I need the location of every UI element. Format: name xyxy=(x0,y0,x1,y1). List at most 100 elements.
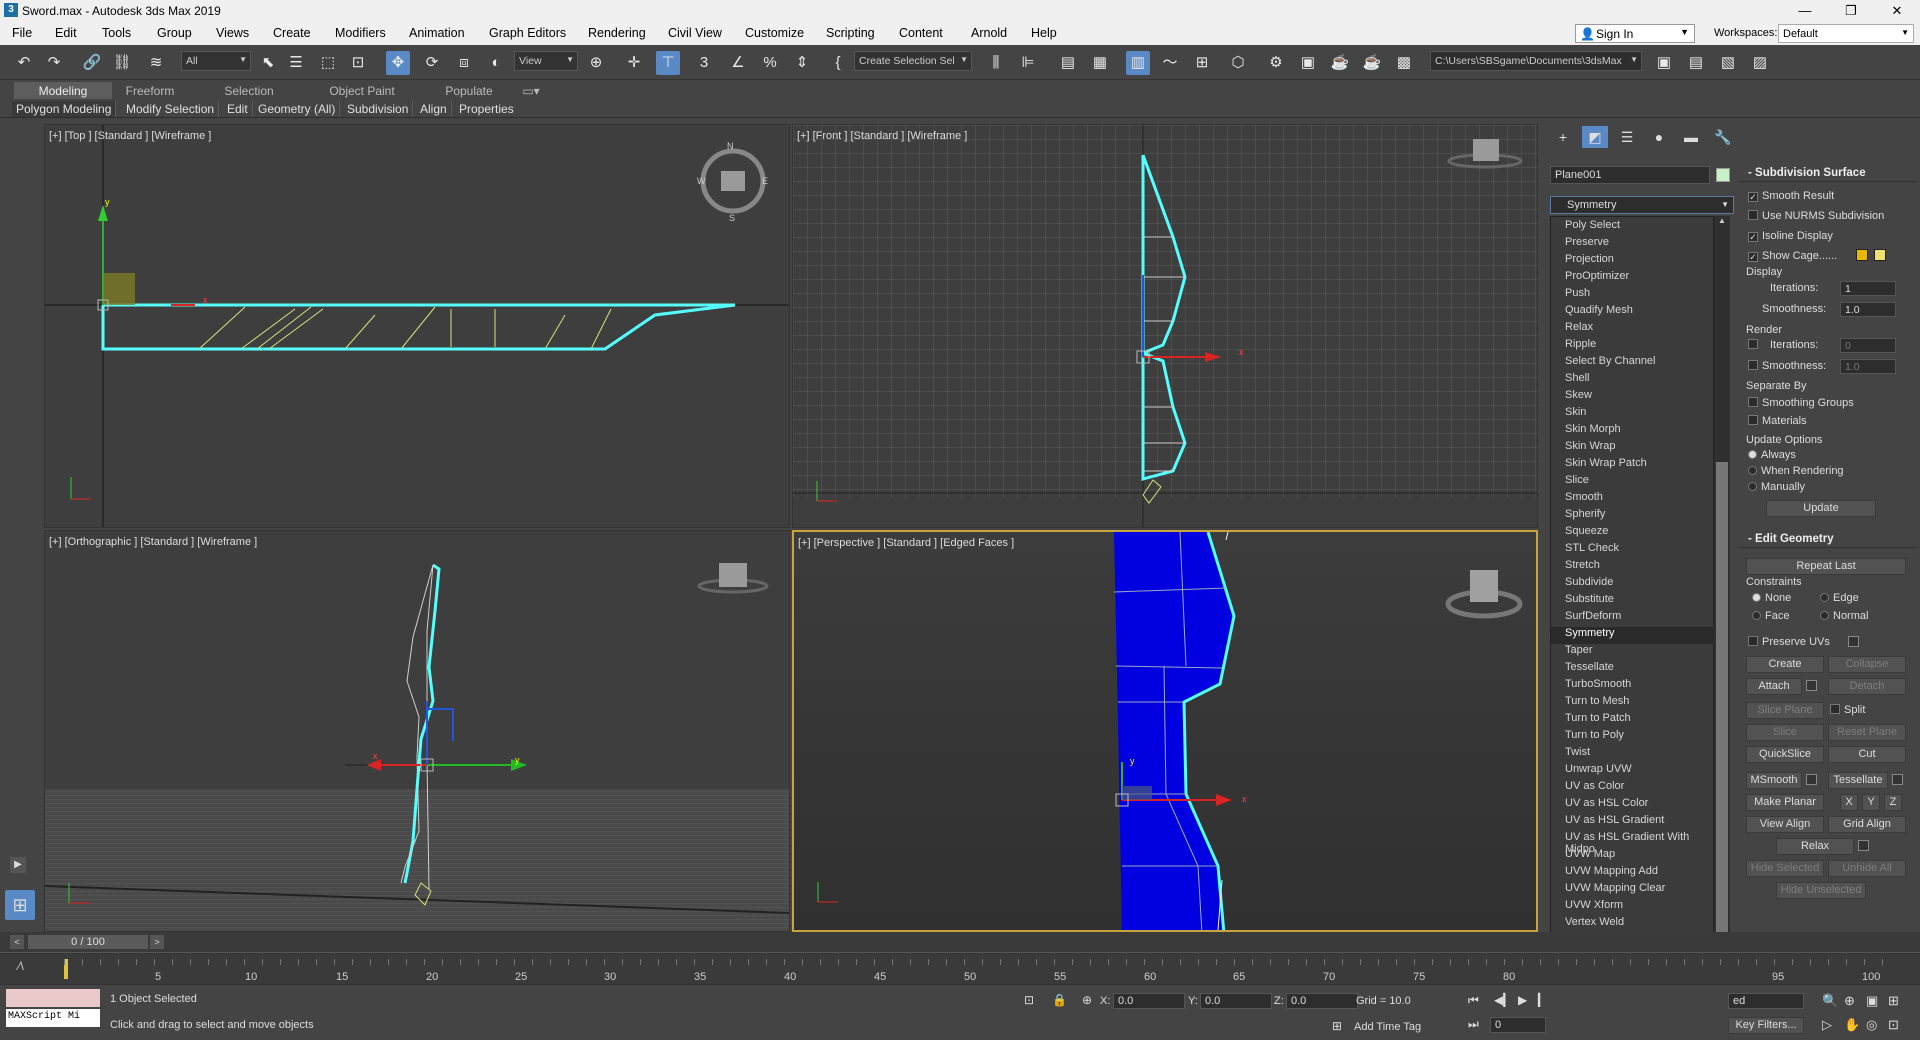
constraint-face-radio[interactable]: Face xyxy=(1752,610,1789,622)
view-align-button[interactable]: View Align xyxy=(1746,816,1824,833)
menu-tools[interactable]: Tools xyxy=(102,26,131,40)
collapse-button[interactable]: Collapse xyxy=(1828,656,1906,673)
viewport-front[interactable]: x [+] [Front ] [Standard ] [Wireframe ] xyxy=(792,124,1538,528)
pivot-center-icon[interactable]: ⊕ xyxy=(584,51,608,75)
zoom-icon[interactable]: 🔍 xyxy=(1822,993,1838,1009)
track-bar[interactable]: ⁄\ 5 10 15 20 25 30 35 40 45 50 55 60 65 70 75 80 95 100 xyxy=(0,952,1920,984)
render-iterative-icon[interactable]: ☕ xyxy=(1360,51,1384,75)
show-cage-checkbox[interactable]: ✓ Show Cage...... xyxy=(1748,250,1837,262)
snaps-toggle-icon[interactable]: 3 xyxy=(692,51,716,75)
constraint-edge-radio[interactable]: Edge xyxy=(1820,592,1859,604)
open-explorer-icon[interactable]: ▤ xyxy=(1684,51,1708,75)
cage-selection-color-swatch[interactable] xyxy=(1874,249,1886,261)
modifier-item[interactable]: Select By Channel xyxy=(1565,355,1656,372)
attach-button[interactable]: Attach xyxy=(1746,678,1802,695)
tab-object-paint[interactable]: Object Paint xyxy=(320,82,404,99)
msmooth-settings-icon[interactable] xyxy=(1806,774,1817,785)
menu-animation[interactable]: Animation xyxy=(409,26,465,40)
modifier-item[interactable]: Preserve xyxy=(1565,236,1609,253)
menu-group[interactable]: Group xyxy=(157,26,192,40)
menu-views[interactable]: Views xyxy=(216,26,249,40)
modifier-item[interactable]: Stretch xyxy=(1565,559,1600,576)
modifier-item[interactable]: Symmetry xyxy=(1551,627,1715,644)
always-radio[interactable]: Always xyxy=(1748,449,1796,461)
tab-selection[interactable]: Selection xyxy=(214,82,284,99)
modifier-item[interactable]: Turn to Mesh xyxy=(1565,695,1629,712)
scene-explorer-icon[interactable]: ▦ xyxy=(1088,51,1112,75)
smoothing-groups-checkbox[interactable]: Smoothing Groups xyxy=(1748,397,1854,409)
scroll-up-icon[interactable]: ▲ xyxy=(1714,216,1730,230)
project-folder-icon[interactable]: ▣ xyxy=(1652,51,1676,75)
modifier-list[interactable]: Poly Select Preserve Projection ProOptimize… xyxy=(1550,216,1715,1028)
schematic-view-icon[interactable]: ⊞ xyxy=(1190,51,1214,75)
workspace-select[interactable]: Default ▼ xyxy=(1778,24,1914,43)
planar-z-button[interactable]: Z xyxy=(1884,794,1902,811)
isoline-display-checkbox[interactable]: ✓ Isoline Display xyxy=(1748,230,1833,242)
constraint-normal-radio[interactable]: Normal xyxy=(1820,610,1868,622)
modifier-item[interactable]: UVW Xform xyxy=(1565,899,1623,916)
previous-frame-icon[interactable]: ◀▎ xyxy=(1494,993,1512,1007)
keyboard-shortcut-override-icon[interactable]: ⊤ xyxy=(656,51,680,75)
modifier-item[interactable]: Subdivide xyxy=(1565,576,1613,593)
modifier-item[interactable]: Smooth xyxy=(1565,491,1603,508)
window-crossing-icon[interactable]: ⊡ xyxy=(346,51,370,75)
modifier-list-scroll-thumb[interactable] xyxy=(1716,462,1728,932)
render-iterations-checkbox[interactable] xyxy=(1748,339,1762,351)
modifier-item[interactable]: Turn to Patch xyxy=(1565,712,1631,729)
undo-icon[interactable]: ↶ xyxy=(12,51,36,75)
subdivision-rollout-title[interactable]: - Subdivision Surface xyxy=(1738,164,1918,182)
iterations-spinner[interactable]: 1 xyxy=(1840,281,1896,296)
rotate-icon[interactable]: ⟳ xyxy=(420,51,444,75)
modifier-item[interactable]: Skin Wrap Patch xyxy=(1565,457,1647,474)
preserve-uvs-checkbox[interactable]: Preserve UVs xyxy=(1748,636,1830,648)
viewport-top-label[interactable]: [+] [Top ] [Standard ] [Wireframe ] xyxy=(49,130,211,142)
time-next-icon[interactable]: > xyxy=(150,935,164,949)
modifier-item[interactable]: ProOptimizer xyxy=(1565,270,1629,287)
msmooth-button[interactable]: MSmooth xyxy=(1746,772,1802,789)
named-selection-set-select[interactable]: Create Selection Sel ▼ xyxy=(854,51,972,71)
use-nurms-checkbox[interactable]: Use NURMS Subdivision xyxy=(1748,210,1884,222)
tab-freeform[interactable]: Freeform xyxy=(116,82,184,99)
slice-plane-button[interactable]: Slice Plane xyxy=(1746,702,1824,719)
modifier-item[interactable]: UV as HSL Gradient xyxy=(1565,814,1664,831)
viewport-layouts-icon[interactable]: ⊞ xyxy=(5,890,35,920)
menu-help[interactable]: Help xyxy=(1031,26,1057,40)
viewport-orthographic[interactable]: x y [+] [Orthographic ] [Standard ] [Wir… xyxy=(44,530,790,932)
tessellate-settings-icon[interactable] xyxy=(1892,774,1903,785)
modifier-item[interactable]: UVW Mapping Add xyxy=(1565,865,1658,882)
modifier-item[interactable]: UVW Mapping Clear xyxy=(1565,882,1665,899)
modifier-item[interactable]: UV as HSL Color xyxy=(1565,797,1648,814)
modifier-item[interactable]: Projection xyxy=(1565,253,1614,270)
rendered-frame-window-icon[interactable]: ▣ xyxy=(1296,51,1320,75)
render-setup-icon[interactable]: ⚙ xyxy=(1264,51,1288,75)
cut-button[interactable]: Cut xyxy=(1828,746,1906,763)
zoom-all-icon[interactable]: ⊕ xyxy=(1844,993,1855,1009)
modifier-item[interactable]: Unwrap UVW xyxy=(1565,763,1632,780)
planar-y-button[interactable]: Y xyxy=(1862,794,1880,811)
repeat-last-button[interactable]: Repeat Last xyxy=(1746,558,1906,575)
tab-modeling[interactable]: Modeling xyxy=(14,82,112,99)
hide-unselected-button[interactable]: Hide Unselected xyxy=(1776,882,1866,899)
utilities-tab-icon[interactable]: 🔧 xyxy=(1710,126,1736,148)
constraint-none-radio[interactable]: None xyxy=(1752,592,1791,604)
smoothness-spinner[interactable]: 1.0 xyxy=(1840,302,1896,317)
zoom-extents-all-icon[interactable]: ⊞ xyxy=(1888,993,1899,1009)
modifier-item[interactable]: Skin xyxy=(1565,406,1586,423)
viewport-perspective[interactable]: x y [+] [Perspective ] [Standard ] [Edge… xyxy=(792,530,1538,932)
modifier-item[interactable]: STL Check xyxy=(1565,542,1619,559)
unhide-all-button[interactable]: Unhide All xyxy=(1828,860,1906,877)
layer-manager-icon[interactable]: ▤ xyxy=(1056,51,1080,75)
select-object-icon[interactable]: ⬉ xyxy=(256,51,280,75)
render-production-icon[interactable]: ☕ xyxy=(1328,51,1352,75)
angle-snap-icon[interactable]: ∠ xyxy=(726,51,750,75)
maxscript-mini-listener[interactable]: MAXScript Mi xyxy=(6,1009,100,1027)
key-filters-button[interactable]: Key Filters... xyxy=(1728,1017,1804,1034)
viewport-ortho-label[interactable]: [+] [Orthographic ] [Standard ] [Wirefra… xyxy=(49,536,257,548)
spinner-snap-icon[interactable]: ⇕ xyxy=(790,51,814,75)
render-iterations-spinner[interactable]: 0 xyxy=(1840,338,1896,353)
quickslice-button[interactable]: QuickSlice xyxy=(1746,746,1824,763)
orbit-icon[interactable]: ◎ xyxy=(1866,1017,1877,1033)
modifier-list-select[interactable]: Symmetry ▼ xyxy=(1550,196,1734,214)
slice-button[interactable]: Slice xyxy=(1746,724,1824,741)
ribbon-toggle-icon[interactable]: ▥ xyxy=(1126,51,1150,75)
